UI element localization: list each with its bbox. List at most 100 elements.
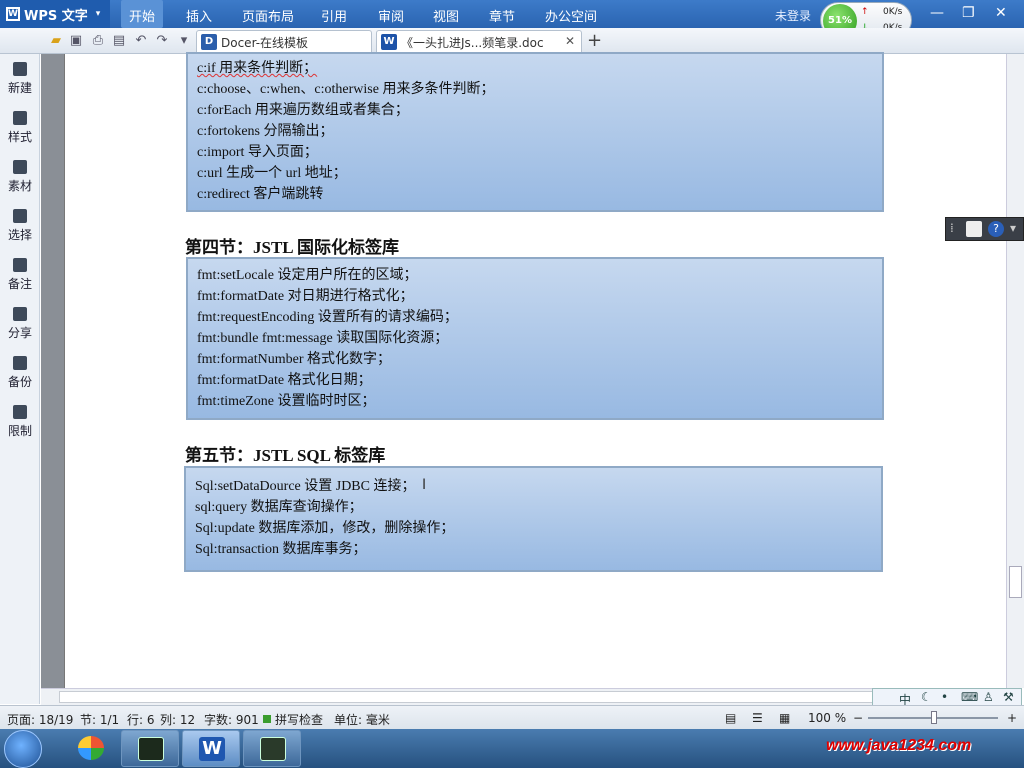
- core-line-2: c:choose、c:when、c:otherwise 用来多条件判断；: [197, 82, 495, 97]
- minimize-icon[interactable]: —: [930, 5, 944, 21]
- keyboard-icon[interactable]: ⌨: [961, 690, 978, 704]
- fmt-line-4: fmt:bundle fmt:message 读取国际化资源；: [197, 331, 449, 346]
- undo-icon[interactable]: ↶: [133, 33, 149, 49]
- status-spell-check[interactable]: 拼写检查: [275, 711, 323, 728]
- core-line-5: c:import 导入页面；: [197, 145, 318, 160]
- status-words[interactable]: 字数: 901: [204, 711, 259, 728]
- menu-layout[interactable]: 页面布局: [242, 6, 294, 25]
- style-icon: [13, 111, 27, 125]
- horizontal-scroll-thumb[interactable]: [59, 691, 999, 703]
- status-row: 行: 6: [127, 713, 155, 727]
- sql-line-4: Sql:transaction 数据库事务；: [195, 542, 367, 557]
- sidebar-item-comment[interactable]: 备注: [0, 258, 40, 292]
- help-icon[interactable]: ?: [988, 221, 1004, 237]
- zoom-level[interactable]: 100 %: [808, 711, 846, 725]
- outline-view-icon[interactable]: ☰: [752, 711, 763, 725]
- moon-icon[interactable]: ☾: [921, 690, 932, 704]
- menu-chapter[interactable]: 章节: [489, 6, 515, 25]
- recorder-app-icon: [260, 737, 286, 761]
- tab-document-label: 《一头扎进Js...频笔录.doc: [401, 36, 544, 50]
- save-icon[interactable]: ▣: [68, 33, 84, 49]
- select-icon: [13, 209, 27, 223]
- core-line-1: c:if 用来条件判断；: [197, 61, 318, 76]
- close-tab-icon[interactable]: ✕: [565, 34, 575, 48]
- zoom-slider-handle[interactable]: [931, 711, 937, 724]
- taskbar-app-wps[interactable]: W: [182, 730, 240, 767]
- wrench-icon[interactable]: ⚒: [1003, 690, 1014, 704]
- jstl-fmt-box[interactable]: fmt:setLocale 设定用户所在的区域； fmt:formatDate …: [186, 257, 884, 420]
- tab-docer[interactable]: D Docer-在线模板: [196, 30, 372, 53]
- menu-home[interactable]: 开始: [121, 0, 164, 28]
- zoom-in-icon[interactable]: +: [1007, 711, 1017, 725]
- open-folder-icon[interactable]: ▰: [48, 33, 64, 49]
- jstl-core-box[interactable]: c:if 用来条件判断； c:choose、c:when、c:otherwise…: [186, 52, 884, 212]
- tab-docer-label: Docer-在线模板: [221, 36, 309, 50]
- docer-icon: D: [201, 34, 217, 50]
- document-page[interactable]: c:if 用来条件判断； c:choose、c:when、c:otherwise…: [64, 52, 1006, 688]
- media-app-icon: [78, 736, 104, 760]
- login-link[interactable]: 未登录: [775, 7, 811, 24]
- sidebar-item-backup[interactable]: 备份: [0, 356, 40, 390]
- heading-section-5: 第五节：JSTL SQL 标签库: [185, 446, 386, 465]
- text-cursor-icon: I: [422, 477, 427, 493]
- vertical-scroll-thumb[interactable]: [1009, 566, 1022, 598]
- sidebar-item-style[interactable]: 样式: [0, 111, 40, 145]
- fmt-line-5: fmt:formatNumber 格式化数字；: [197, 352, 392, 367]
- menu-insert[interactable]: 插入: [186, 6, 212, 25]
- toolbar-dropdown-icon[interactable]: ▾: [176, 33, 192, 49]
- close-icon[interactable]: ✕: [995, 5, 1007, 21]
- web-view-icon[interactable]: ▦: [779, 711, 790, 725]
- fmt-line-6: fmt:formatDate 格式化日期；: [197, 373, 372, 388]
- print-preview-icon[interactable]: ▤: [111, 33, 127, 49]
- sidebar-item-material[interactable]: 素材: [0, 160, 40, 194]
- new-tab-icon[interactable]: +: [587, 30, 602, 51]
- new-doc-icon: [13, 62, 27, 76]
- redo-icon[interactable]: ↷: [154, 33, 170, 49]
- status-unit[interactable]: 单位: 毫米: [334, 711, 390, 728]
- status-bar: 页面: 18/19 节: 1/1 行: 6 列: 12 字数: 901 拼写检查…: [0, 705, 1024, 729]
- floating-toolbar[interactable]: ⁞ ? ▾: [945, 217, 1024, 241]
- quick-access-toolbar: ▰ ▣ ⎙ ▤ ↶ ↷ ▾ D Docer-在线模板 W 《一头扎进Js...频…: [0, 28, 1024, 54]
- punctuation-icon[interactable]: •: [941, 690, 948, 704]
- core-line-6: c:url 生成一个 url 地址；: [197, 166, 347, 181]
- fmt-line-1: fmt:setLocale 设定用户所在的区域；: [197, 268, 418, 283]
- spell-check-icon: [263, 715, 271, 723]
- left-sidebar: 新建 样式 素材 选择 备注 分享 备份 限制: [0, 54, 40, 704]
- restore-icon[interactable]: ❐: [962, 5, 975, 21]
- print-icon[interactable]: ⎙: [90, 33, 106, 49]
- core-line-4: c:fortokens 分隔输出；: [197, 124, 334, 139]
- menu-reference[interactable]: 引用: [321, 6, 347, 25]
- sidebar-item-select[interactable]: 选择: [0, 209, 40, 243]
- jstl-sql-box[interactable]: Sql:setDataDource 设置 JDBC 连接； sql:query …: [184, 466, 883, 572]
- note-icon[interactable]: [966, 221, 982, 237]
- watermark: www.java1234.com: [826, 737, 972, 754]
- zoom-out-icon[interactable]: −: [853, 711, 863, 725]
- chevron-down-icon[interactable]: ▾: [1010, 221, 1016, 235]
- material-icon: [13, 160, 27, 174]
- menu-review[interactable]: 审阅: [378, 6, 404, 25]
- taskbar-app-media[interactable]: [62, 730, 120, 767]
- page-view-icon[interactable]: ▤: [725, 711, 736, 725]
- sidebar-item-new[interactable]: 新建: [0, 62, 40, 96]
- sql-line-1: Sql:setDataDource 设置 JDBC 连接；: [195, 479, 416, 494]
- app-menu-button[interactable]: W WPS 文字 ▾: [0, 0, 110, 28]
- backup-icon: [13, 356, 27, 370]
- upload-speed: 0K/s: [883, 7, 903, 17]
- grip-icon: ⁞: [950, 221, 954, 235]
- sidebar-item-restrict[interactable]: 限制: [0, 405, 40, 439]
- wps-logo-icon: W: [6, 7, 20, 21]
- chevron-down-icon: ▾: [95, 9, 101, 19]
- menu-office-space[interactable]: 办公空间: [545, 6, 597, 25]
- menu-view[interactable]: 视图: [433, 6, 459, 25]
- taskbar-app-terminal[interactable]: [121, 730, 179, 767]
- vertical-scrollbar[interactable]: [1006, 54, 1024, 688]
- user-icon[interactable]: ♙: [983, 690, 994, 704]
- fmt-line-3: fmt:requestEncoding 设置所有的请求编码；: [197, 310, 458, 325]
- horizontal-scrollbar[interactable]: [41, 688, 1006, 705]
- tab-document[interactable]: W 《一头扎进Js...频笔录.doc ✕: [376, 30, 582, 53]
- status-page[interactable]: 页面: 18/19: [7, 711, 73, 728]
- taskbar-app-recorder[interactable]: [243, 730, 301, 767]
- sidebar-item-share[interactable]: 分享: [0, 307, 40, 341]
- sql-line-3: Sql:update 数据库添加，修改，删除操作；: [195, 521, 455, 536]
- start-button[interactable]: [4, 730, 42, 768]
